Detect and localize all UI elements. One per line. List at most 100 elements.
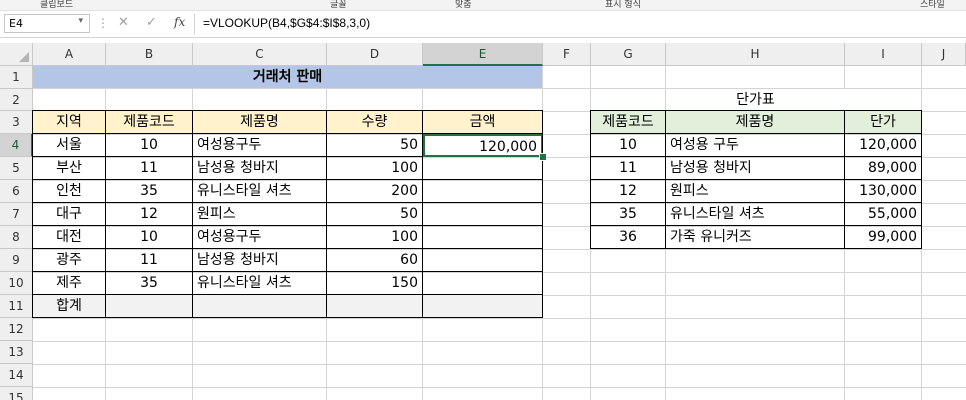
sales-cell-quantity[interactable]: 60 [327, 249, 423, 272]
sales-cell-code[interactable]: 35 [106, 272, 193, 295]
fill-handle[interactable] [539, 153, 547, 161]
price-cell-price[interactable]: 120,000 [845, 134, 922, 157]
column-header-j[interactable]: J [922, 43, 966, 66]
column-header-b[interactable]: B [106, 43, 193, 66]
sales-cell-product-name[interactable]: 유니스타일 셔츠 [193, 180, 327, 203]
sales-cell-region[interactable]: 제주 [33, 272, 106, 295]
price-cell-price[interactable]: 130,000 [845, 180, 922, 203]
sales-cell-amount[interactable] [423, 203, 543, 226]
sales-cell-product-name[interactable]: 유니스타일 셔츠 [193, 272, 327, 295]
price-cell-price[interactable]: 99,000 [845, 226, 922, 249]
total-cell-code[interactable] [106, 295, 193, 318]
sales-cell-code[interactable]: 10 [106, 134, 193, 157]
sales-cell-region[interactable]: 서울 [33, 134, 106, 157]
sales-cell-quantity[interactable]: 50 [327, 203, 423, 226]
column-header-e[interactable]: E [423, 43, 543, 66]
sales-header-quantity[interactable]: 수량 [327, 111, 423, 134]
sales-cell-amount[interactable]: 120,000 [423, 134, 543, 157]
column-header-f[interactable]: F [543, 43, 591, 66]
sales-cell-code[interactable]: 11 [106, 157, 193, 180]
price-header-price[interactable]: 단가 [845, 111, 922, 134]
column-header-g[interactable]: G [591, 43, 666, 66]
price-cell-product-name[interactable]: 여성용 구두 [666, 134, 845, 157]
price-cell-product-name[interactable]: 유니스타일 셔츠 [666, 203, 845, 226]
price-cell-code[interactable]: 35 [591, 203, 666, 226]
row-header-5[interactable]: 5 [0, 157, 33, 180]
price-cell-price[interactable]: 55,000 [845, 203, 922, 226]
sales-table-title[interactable]: 거래처 판매 [33, 66, 543, 89]
row-header-3[interactable]: 3 [0, 111, 33, 134]
price-cell-product-name[interactable]: 가죽 유니커즈 [666, 226, 845, 249]
price-cell-code[interactable]: 12 [591, 180, 666, 203]
price-table-title[interactable]: 단가표 [666, 89, 845, 111]
chevron-down-icon[interactable]: ▾ [78, 16, 83, 26]
sales-cell-quantity[interactable]: 200 [327, 180, 423, 203]
column-header-d[interactable]: D [327, 43, 423, 66]
formula-input[interactable]: =VLOOKUP(B4,$G$4:$I$8,3,0) [203, 16, 370, 30]
price-cell-product-name[interactable]: 원피스 [666, 180, 845, 203]
sales-cell-product-name[interactable]: 여성용구두 [193, 226, 327, 249]
row-header-10[interactable]: 10 [0, 272, 33, 295]
row-header-2[interactable]: 2 [0, 89, 33, 111]
formula-bar-grip-icon[interactable]: ⋮ [97, 16, 109, 30]
column-header-c[interactable]: C [193, 43, 327, 66]
sales-cell-amount[interactable] [423, 180, 543, 203]
total-label[interactable]: 합계 [33, 295, 106, 318]
total-cell-quantity[interactable] [327, 295, 423, 318]
sales-cell-quantity[interactable]: 50 [327, 134, 423, 157]
insert-function-button[interactable]: fx [174, 15, 185, 29]
name-box[interactable]: E4 ▾ [4, 14, 90, 33]
sales-cell-amount[interactable] [423, 157, 543, 180]
sales-cell-code[interactable]: 35 [106, 180, 193, 203]
row-header-13[interactable]: 13 [0, 341, 33, 364]
row-header-11[interactable]: 11 [0, 295, 33, 318]
row-header-7[interactable]: 7 [0, 203, 33, 226]
total-cell-amount[interactable] [423, 295, 543, 318]
sales-cell-amount[interactable] [423, 226, 543, 249]
sales-cell-quantity[interactable]: 150 [327, 272, 423, 295]
sales-cell-code[interactable]: 11 [106, 249, 193, 272]
sales-header-amount[interactable]: 금액 [423, 111, 543, 134]
row-header-8[interactable]: 8 [0, 226, 33, 249]
price-cell-code[interactable]: 10 [591, 134, 666, 157]
sales-cell-amount[interactable] [423, 272, 543, 295]
column-header-i[interactable]: I [845, 43, 922, 66]
sales-cell-product-name[interactable]: 남성용 청바지 [193, 249, 327, 272]
enter-icon[interactable]: ✓ [146, 15, 157, 30]
sales-cell-product-name[interactable]: 원피스 [193, 203, 327, 226]
select-all-corner[interactable] [0, 43, 33, 66]
sales-cell-region[interactable]: 광주 [33, 249, 106, 272]
sales-cell-amount[interactable] [423, 249, 543, 272]
row-header-1[interactable]: 1 [0, 66, 33, 89]
column-header-a[interactable]: A [33, 43, 106, 66]
row-header-4[interactable]: 4 [0, 134, 33, 157]
sales-cell-quantity[interactable]: 100 [327, 226, 423, 249]
price-cell-price[interactable]: 89,000 [845, 157, 922, 180]
total-cell-product-name[interactable] [193, 295, 327, 318]
row-header-15[interactable]: 15 [0, 387, 33, 400]
sales-cell-code[interactable]: 10 [106, 226, 193, 249]
sales-cell-region[interactable]: 대구 [33, 203, 106, 226]
price-header-product-name[interactable]: 제품명 [666, 111, 845, 134]
row-header-14[interactable]: 14 [0, 364, 33, 387]
sales-cell-code[interactable]: 12 [106, 203, 193, 226]
price-header-code[interactable]: 제품코드 [591, 111, 666, 134]
sales-cell-region[interactable]: 부산 [33, 157, 106, 180]
row-header-9[interactable]: 9 [0, 249, 33, 272]
sales-cell-region[interactable]: 대전 [33, 226, 106, 249]
price-cell-code[interactable]: 36 [591, 226, 666, 249]
column-header-h[interactable]: H [666, 43, 845, 66]
sales-cell-product-name[interactable]: 여성용구두 [193, 134, 327, 157]
price-cell-product-name[interactable]: 남성용 청바지 [666, 157, 845, 180]
spreadsheet-grid[interactable]: A B C D E F G H I J 1 2 3 4 5 6 7 8 9 10… [0, 43, 966, 400]
row-header-12[interactable]: 12 [0, 318, 33, 341]
cancel-icon[interactable]: ✕ [118, 15, 129, 30]
sales-cell-product-name[interactable]: 남성용 청바지 [193, 157, 327, 180]
sales-header-region[interactable]: 지역 [33, 111, 106, 134]
sales-header-code[interactable]: 제품코드 [106, 111, 193, 134]
sales-header-product-name[interactable]: 제품명 [193, 111, 327, 134]
sales-cell-quantity[interactable]: 100 [327, 157, 423, 180]
sales-cell-region[interactable]: 인천 [33, 180, 106, 203]
row-header-6[interactable]: 6 [0, 180, 33, 203]
price-cell-code[interactable]: 11 [591, 157, 666, 180]
